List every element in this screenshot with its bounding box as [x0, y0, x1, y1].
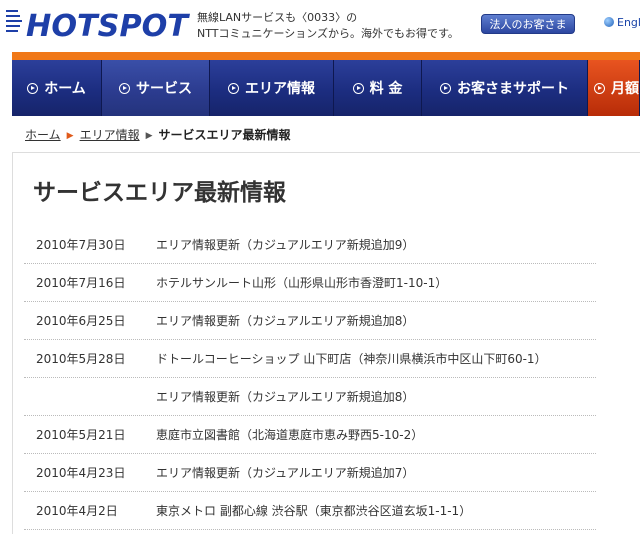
breadcrumb-arrow-icon: ▶ — [145, 131, 153, 141]
breadcrumb-area-link[interactable]: エリア情報 — [80, 128, 140, 142]
nav-monthly[interactable]: 月額 — [588, 60, 640, 116]
breadcrumb-current: サービスエリア最新情報 — [158, 128, 291, 142]
arrow-circle-icon — [119, 82, 130, 94]
nav-area-info-label: エリア情報 — [245, 81, 315, 97]
news-date: 2010年5月28日 — [36, 352, 126, 366]
news-date: 2010年7月30日 — [36, 238, 126, 252]
nav-service[interactable]: サービス — [102, 60, 210, 116]
news-text: エリア情報更新（カジュアルエリア新規追加8） — [156, 390, 415, 404]
page-title: サービスエリア最新情報 — [33, 180, 286, 206]
news-date: 2010年4月23日 — [36, 466, 126, 480]
news-text: エリア情報更新（カジュアルエリア新規追加9） — [156, 238, 415, 252]
arrow-circle-icon — [352, 82, 364, 94]
english-link[interactable]: English — [604, 16, 640, 29]
news-text: 東京メトロ 副都心線 渋谷駅（東京都渋谷区道玄坂1-1-1） — [156, 504, 472, 518]
nav-area-info[interactable]: エリア情報 — [210, 60, 334, 116]
news-text: ホテルサンルート山形（山形県山形市香澄町1-10-1） — [156, 276, 448, 290]
nav-monthly-label: 月額 — [611, 81, 639, 97]
arrow-circle-icon — [228, 82, 239, 94]
hotspot-logo[interactable]: HOTSPOT — [6, 6, 190, 40]
news-text: エリア情報更新（カジュアルエリア新規追加7） — [156, 466, 415, 480]
news-list: 2010年7月30日 エリア情報更新（カジュアルエリア新規追加9） 2010年7… — [24, 226, 596, 530]
news-date: 2010年7月16日 — [36, 276, 126, 290]
nav-home-label: ホーム — [44, 81, 86, 97]
site-header: HOTSPOT 無線LANサービスも〈0033〉の NTTコミュニケーションズか… — [0, 0, 640, 52]
tagline-line-1: 無線LANサービスも〈0033〉の — [197, 11, 358, 24]
news-text: エリア情報更新（カジュアルエリア新規追加8） — [156, 314, 415, 328]
news-row: 2010年4月23日 エリア情報更新（カジュアルエリア新規追加7） — [24, 454, 596, 492]
news-date: 2010年4月2日 — [36, 504, 118, 518]
breadcrumb-arrow-icon: ▶ — [66, 131, 74, 141]
news-row: 2010年7月16日 ホテルサンルート山形（山形県山形市香澄町1-10-1） — [24, 264, 596, 302]
globe-icon — [604, 17, 614, 27]
english-link-label: English — [617, 16, 640, 29]
news-row: 2010年5月21日 恵庭市立図書館（北海道恵庭市恵み野西5-10-2） — [24, 416, 596, 454]
nav-price-label: 料 金 — [369, 81, 403, 97]
news-row: エリア情報更新（カジュアルエリア新規追加8） — [24, 378, 596, 416]
nav-price[interactable]: 料 金 — [334, 60, 422, 116]
nav-home[interactable]: ホーム — [12, 60, 102, 116]
nav-support[interactable]: お客さまサポート — [422, 60, 588, 116]
arrow-circle-icon — [594, 82, 605, 94]
global-nav: ホーム サービス エリア情報 料 金 お客さまサポート 月額 — [12, 60, 640, 116]
tagline: 無線LANサービスも〈0033〉の NTTコミュニケーションズから。海外でもお得… — [197, 10, 459, 42]
news-text: ドトールコーヒーショップ 山下町店（神奈川県横浜市中区山下町60-1） — [156, 352, 547, 366]
arrow-circle-icon — [27, 82, 39, 94]
nav-support-label: お客さまサポート — [457, 81, 569, 97]
news-date: 2010年5月21日 — [36, 428, 126, 442]
logo-text: HOTSPOT — [26, 9, 190, 40]
nav-service-label: サービス — [136, 81, 192, 97]
breadcrumb: ホーム ▶ エリア情報 ▶ サービスエリア最新情報 — [25, 126, 291, 143]
news-row: 2010年5月28日 ドトールコーヒーショップ 山下町店（神奈川県横浜市中区山下… — [24, 340, 596, 378]
arrow-circle-icon — [440, 82, 451, 94]
news-row: 2010年6月25日 エリア情報更新（カジュアルエリア新規追加8） — [24, 302, 596, 340]
breadcrumb-home-link[interactable]: ホーム — [25, 128, 61, 142]
tagline-line-2: NTTコミュニケーションズから。海外でもお得です。 — [197, 27, 459, 40]
news-row: 2010年7月30日 エリア情報更新（カジュアルエリア新規追加9） — [24, 226, 596, 264]
header-accent-bar — [12, 52, 640, 60]
news-date: 2010年6月25日 — [36, 314, 126, 328]
news-row: 2010年4月2日 東京メトロ 副都心線 渋谷駅（東京都渋谷区道玄坂1-1-1） — [24, 492, 596, 530]
news-text: 恵庭市立図書館（北海道恵庭市恵み野西5-10-2） — [156, 428, 424, 442]
corporate-customers-button[interactable]: 法人のお客さま — [481, 14, 575, 34]
